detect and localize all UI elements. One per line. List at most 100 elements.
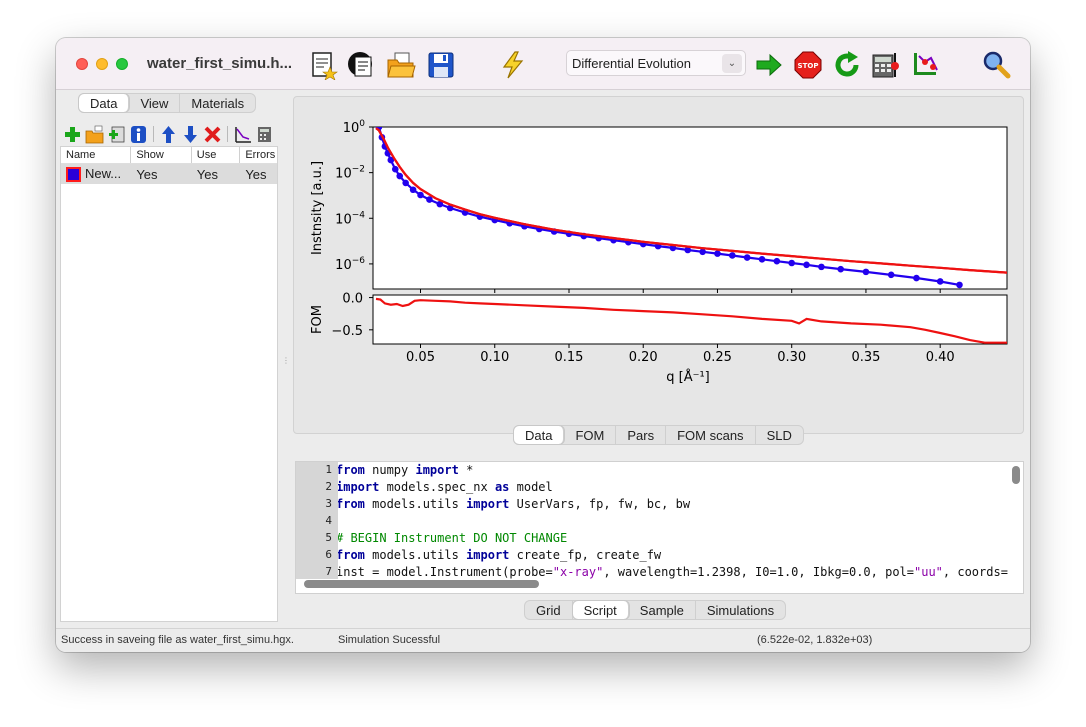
column-use[interactable]: Use (192, 147, 241, 163)
tab-sample[interactable]: Sample (629, 601, 696, 619)
algorithm-select[interactable]: Differential Evolution ⌄ (566, 50, 746, 76)
data-point (956, 281, 963, 289)
data-point (409, 186, 417, 194)
data-point (743, 254, 751, 261)
plot-tab-bar: Data FOM Pars FOM scans SLD (513, 425, 804, 445)
info-icon[interactable] (129, 125, 148, 144)
add-simulation-icon[interactable] (107, 125, 126, 144)
left-tab-bar: Data View Materials (78, 93, 257, 113)
open-folder-icon[interactable] (386, 50, 416, 80)
data-row-show[interactable]: Yes (131, 167, 191, 182)
column-show[interactable]: Show (131, 147, 192, 163)
data-point (758, 256, 766, 263)
data-toolbar (63, 124, 274, 144)
zoom-icon[interactable] (981, 50, 1011, 80)
tab-plot-data[interactable]: Data (514, 426, 565, 444)
fom-y-tick-label: −0.5 (331, 324, 363, 339)
column-name[interactable]: Name (61, 147, 132, 163)
tab-view[interactable]: View (129, 94, 181, 112)
horizontal-scrollbar[interactable] (304, 580, 539, 588)
refresh-icon[interactable] (832, 50, 862, 80)
plot-settings-icon[interactable] (233, 125, 252, 144)
calculator-small-icon[interactable] (255, 125, 274, 144)
code-line[interactable]: from numpy import * (338, 462, 1010, 479)
line-number: 1 (325, 463, 332, 476)
minimize-window-button[interactable] (96, 58, 108, 70)
status-coordinates: (6.522e-02, 1.832e+03) (757, 634, 873, 646)
tab-simulations[interactable]: Simulations (696, 601, 785, 619)
line-number: 5 (325, 531, 332, 544)
data-list-header: Name Show Use Errors (61, 147, 277, 164)
data-row-name[interactable]: New... (61, 165, 131, 183)
tab-plot-fom[interactable]: FOM (564, 426, 617, 444)
tab-plot-pars[interactable]: Pars (616, 426, 667, 444)
x-tick-label: 0.25 (703, 350, 732, 365)
x-tick-label: 0.05 (406, 350, 435, 365)
save-disk-icon[interactable] (426, 50, 456, 80)
script-editor[interactable]: 1 2 3 4 5 6 7 from numpy import * import models… (295, 461, 1024, 594)
tab-plot-fom-scans[interactable]: FOM scans (666, 426, 756, 444)
code-line[interactable]: inst = model.Instrument(probe="x-ray", w… (338, 564, 1010, 579)
data-point (818, 263, 825, 271)
new-model-icon[interactable] (308, 50, 338, 80)
data-point (913, 274, 920, 282)
data-point (837, 265, 845, 273)
code-line[interactable]: # BEGIN Instrument DO NOT CHANGE (338, 530, 1010, 547)
data-point (803, 261, 810, 269)
error-bars-icon[interactable] (911, 50, 941, 80)
lightning-icon[interactable] (498, 50, 528, 80)
data-row-errors[interactable]: Yes (240, 167, 277, 182)
svg-text:STOP: STOP (798, 62, 819, 70)
data-point (396, 172, 404, 180)
move-up-icon[interactable] (159, 125, 178, 144)
move-down-icon[interactable] (181, 125, 200, 144)
calculator-icon[interactable] (871, 50, 901, 80)
line-number: 3 (325, 497, 332, 510)
add-data-icon[interactable] (63, 125, 82, 144)
code-area[interactable]: from numpy import * import models.spec_nx… (338, 462, 1010, 579)
window-title: water_first_simu.h... (147, 55, 293, 72)
data-row[interactable]: New... Yes Yes Yes (61, 164, 277, 184)
line-number: 2 (325, 480, 332, 493)
line-number: 6 (325, 548, 332, 561)
tab-materials[interactable]: Materials (180, 94, 255, 112)
status-bar: Success in saveing file as water_first_s… (56, 628, 1030, 652)
vertical-scrollbar[interactable] (1012, 466, 1020, 484)
zoom-window-button[interactable] (116, 58, 128, 70)
go-arrow-icon[interactable] (754, 50, 784, 80)
status-simulation: Simulation Sucessful (338, 634, 441, 646)
column-errors[interactable]: Errors (240, 147, 277, 163)
tab-plot-sld[interactable]: SLD (756, 426, 803, 444)
data-list: Name Show Use Errors New... Yes Yes Yes (60, 146, 278, 622)
dataset-color-swatch[interactable] (66, 167, 81, 183)
code-line[interactable] (338, 513, 1010, 530)
stop-icon[interactable]: STOP (793, 50, 823, 80)
code-line[interactable]: from models.utils import UserVars, fp, f… (338, 496, 1010, 513)
code-line[interactable]: import models.spec_nx as model (338, 479, 1010, 496)
toolbar-separator (227, 126, 228, 142)
y-tick-label: 10−2 (335, 165, 365, 182)
title-toolbar: water_first_simu.h... Differential Evolu… (56, 38, 1030, 90)
x-tick-label: 0.10 (480, 350, 509, 365)
data-point (788, 259, 796, 267)
chevron-down-icon[interactable]: ⌄ (722, 54, 742, 73)
delete-icon[interactable] (203, 125, 222, 144)
tab-grid[interactable]: Grid (525, 601, 573, 619)
y-tick-label: 10−4 (335, 210, 365, 227)
tab-script[interactable]: Script (572, 601, 629, 619)
simulate-model-icon[interactable] (346, 50, 376, 80)
close-window-button[interactable] (76, 58, 88, 70)
tab-data[interactable]: Data (79, 94, 130, 112)
line-number: 7 (325, 565, 332, 578)
data-row-name-label: New... (85, 165, 122, 181)
data-row-use[interactable]: Yes (192, 167, 241, 182)
algorithm-select-value: Differential Evolution (572, 56, 691, 71)
fom-y-axis-label: FOM (310, 305, 325, 334)
splitter-handle[interactable]: ⋮ (282, 356, 290, 365)
y-tick-label: 100 (343, 119, 366, 136)
toolbar-separator (153, 126, 154, 142)
plot-canvas[interactable]: 0.05 0.10 0.15 0.20 0.25 0.30 0.35 0.40 q [Å⁻¹] 1… (294, 97, 1025, 435)
import-data-icon[interactable] (85, 125, 104, 144)
x-tick-label: 0.15 (555, 350, 584, 365)
code-line[interactable]: from models.utils import create_fp, crea… (338, 547, 1010, 564)
